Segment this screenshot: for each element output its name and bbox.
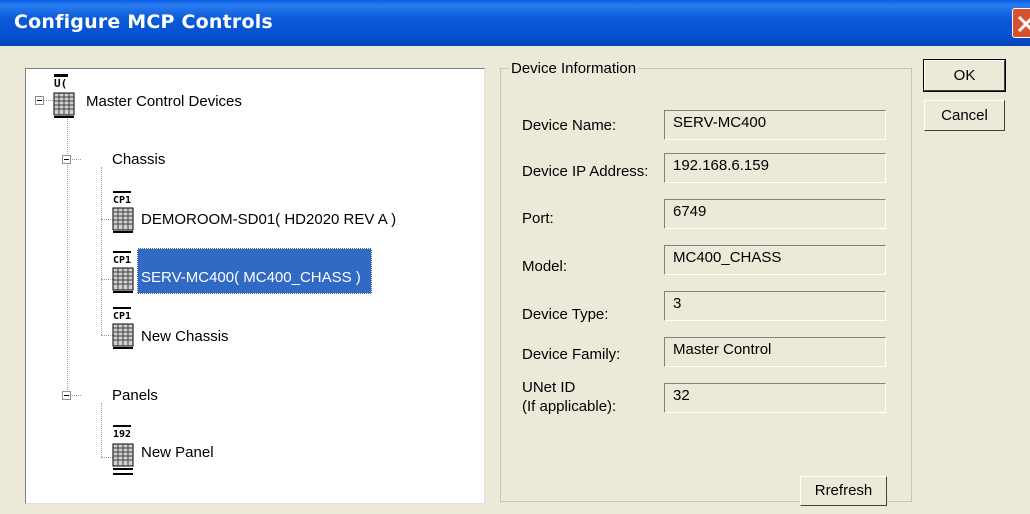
chassis-device-icon: CP1 xyxy=(112,251,138,302)
configure-mcp-dialog: Configure MCP Controls U(Master Control… xyxy=(0,0,1030,514)
tree-connector xyxy=(67,107,69,394)
unet-id-sublabel: (If applicable): xyxy=(522,398,617,415)
device-name-field: SERV-MC400 xyxy=(664,110,886,140)
svg-text:CP1: CP1 xyxy=(113,255,131,266)
unet-id-field: 32 xyxy=(664,383,886,413)
device-type-field: 3 xyxy=(664,291,886,321)
close-button[interactable] xyxy=(1012,8,1030,38)
tree-group-chassis[interactable]: Chassis xyxy=(112,151,165,168)
model-label: Model: xyxy=(522,258,568,275)
title-bar[interactable]: Configure MCP Controls xyxy=(0,0,1030,46)
tree-connector xyxy=(101,167,103,335)
chassis-device-icon: CP1 xyxy=(112,307,138,358)
ok-button[interactable]: OK xyxy=(923,59,1006,92)
tree-root-label[interactable]: Master Control Devices xyxy=(86,93,242,110)
refresh-button[interactable]: Rrefresh xyxy=(800,476,887,506)
tree-item-new-panel[interactable]: New Panel xyxy=(141,444,214,461)
port-label: Port: xyxy=(522,210,554,227)
svg-text:CP1: CP1 xyxy=(113,311,131,322)
tree-item-serv-mc400[interactable]: SERV-MC400( MC400_CHASS ) xyxy=(141,269,361,286)
device-info-title: Device Information xyxy=(509,60,639,77)
svg-text:CP1: CP1 xyxy=(113,195,131,206)
device-ip-label: Device IP Address: xyxy=(522,163,649,180)
tree-item-new-chassis[interactable]: New Chassis xyxy=(141,328,229,345)
device-type-label: Device Type: xyxy=(522,306,609,323)
collapse-toggle-root[interactable] xyxy=(35,96,44,105)
master-badge: U( xyxy=(54,77,67,90)
tree-connector xyxy=(101,403,103,457)
device-ip-field: 192.168.6.159 xyxy=(664,153,886,183)
device-family-field: Master Control xyxy=(664,337,886,367)
device-family-label: Device Family: xyxy=(522,346,621,363)
panel-device-icon: 192 xyxy=(112,425,138,486)
svg-text:192: 192 xyxy=(113,429,131,440)
chassis-device-icon: CP1 xyxy=(112,191,138,242)
cancel-button[interactable]: Cancel xyxy=(924,100,1005,131)
device-tree[interactable]: U( Master Control Devices Chassis CP1 DE… xyxy=(25,68,485,504)
unet-id-label: UNet ID xyxy=(522,379,576,396)
master-device-icon: U( xyxy=(52,73,80,126)
port-field: 6749 xyxy=(664,199,886,229)
device-name-label: Device Name: xyxy=(522,117,617,134)
tree-group-panels[interactable]: Panels xyxy=(112,387,158,404)
window-title: Configure MCP Controls xyxy=(14,11,273,33)
collapse-toggle-panels[interactable] xyxy=(62,391,71,400)
collapse-toggle-chassis[interactable] xyxy=(62,155,71,164)
tree-item-demoroom[interactable]: DEMOROOM-SD01( HD2020 REV A ) xyxy=(141,211,396,228)
model-field: MC400_CHASS xyxy=(664,245,886,275)
close-icon xyxy=(1017,15,1030,33)
